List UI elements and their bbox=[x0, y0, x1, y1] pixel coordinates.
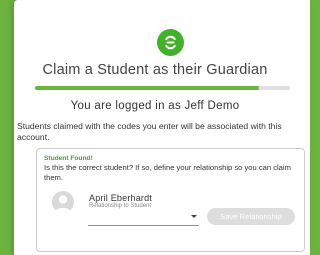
account-description: Students claimed with the codes you ente… bbox=[17, 121, 282, 142]
progress-bar bbox=[35, 86, 290, 90]
logged-in-text: You are logged in as Jeff Demo bbox=[70, 100, 240, 112]
student-name: April Eberhardt bbox=[89, 193, 153, 203]
relationship-label: Relationship to Student bbox=[89, 203, 152, 209]
claim-card: Claim a Student as their Guardian You ar… bbox=[14, 0, 310, 255]
relationship-select[interactable] bbox=[88, 211, 199, 226]
save-relationship-button[interactable]: Save Relationship bbox=[207, 208, 295, 225]
student-found-question: Is this the correct student? If so, defi… bbox=[44, 163, 291, 182]
student-found-heading: Student Found! bbox=[44, 155, 93, 162]
page-title: Claim a Student as their Guardian bbox=[42, 62, 268, 78]
chevron-down-icon bbox=[191, 215, 197, 218]
progress-bar-fill bbox=[35, 86, 260, 90]
student-found-panel: Student Found! Is this the correct stude… bbox=[36, 148, 305, 252]
classlink-logo-icon bbox=[157, 29, 184, 56]
user-avatar-placeholder-icon bbox=[52, 191, 74, 213]
